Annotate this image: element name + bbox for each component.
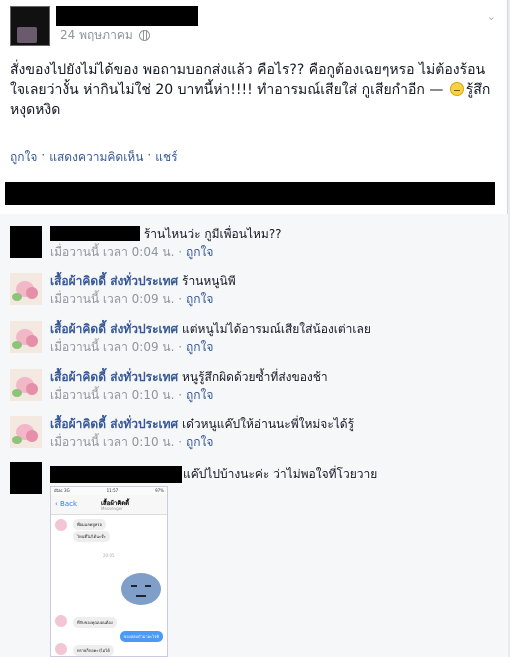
comment-item: เสื้อผ้าคิดดี้ ส่งทั่วประเทศ ร้านหนูนิพี…: [10, 269, 500, 315]
message-bubble: ทรายก็กอคะรฺไม่ได้: [73, 645, 114, 656]
comment-time[interactable]: เมื่อวานนี้ เวลา 0:04 น.: [50, 245, 174, 259]
page-avatar[interactable]: [10, 273, 42, 305]
message-bubble-sent: ของสอบกำมาอะไรคิ: [119, 631, 163, 642]
message-bubble: ไหนที่ไม่ได้นะจ๊ะ: [73, 531, 110, 542]
mini-avatar: [55, 519, 67, 531]
commenter-name[interactable]: เสื้อผ้าคิดดี้ ส่งทั่วประเทศ: [50, 370, 178, 384]
comment-time[interactable]: เมื่อวานนี้ เวลา 0:10 น.: [50, 435, 174, 449]
comment-button[interactable]: แสดงความคิดเห็น: [49, 148, 143, 167]
comment-text: ร้านไหนว่ะ กูมีเพื่อนไหม??: [143, 227, 282, 241]
meta-separator: ·: [178, 340, 183, 354]
post-header: 24 พฤษภาคม ⌄: [10, 6, 500, 46]
messenger-back-button: ‹ Back: [55, 500, 78, 508]
redacted-bar: [5, 182, 495, 205]
post-message: สั่งของไปยังไม่ได้ของ พอถามบอกส่งแล้ว คื…: [10, 62, 486, 98]
comment-body: เสื้อผ้าคิดดี้ ส่งทั่วประเทศ ร้านหนูนิพี…: [50, 273, 500, 308]
mini-avatar: [55, 615, 67, 627]
meta-separator: ·: [178, 388, 183, 402]
page-avatar[interactable]: [10, 369, 42, 401]
message-bubble: พี่ผมแลคยูหรอ: [73, 519, 106, 530]
mini-avatar: [55, 643, 67, 655]
comment-item: เสื้อผ้าคิดดี้ ส่งทั่วประเทศ แต่หนูไม่ได…: [10, 317, 500, 363]
share-button[interactable]: แชร์: [155, 148, 177, 167]
message-bubble: ที่กับของคุณบอนต้อง: [73, 617, 117, 628]
comment-body: เสื้อผ้าคิดดี้ ส่งทั่วประเทศ เด๋วหนูแค๊ป…: [50, 416, 500, 451]
post-body: สั่งของไปยังไม่ได้ของ พอถามบอกส่งแล้ว คื…: [10, 60, 500, 120]
phone-status-bar: dtac 3G 11:57 97%: [51, 487, 167, 495]
commenter-name-redacted: [50, 466, 182, 483]
comment-item: เสื้อผ้าคิดดี้ ส่งทั่วประเทศ เด๋วหนูแค๊ป…: [10, 412, 500, 458]
commenter-name[interactable]: เสื้อผ้าคิดดี้ ส่งทั่วประเทศ: [50, 274, 178, 288]
comment-body: เสื้อผ้าคิดดี้ ส่งทั่วประเทศ หนูรู้สึกผิ…: [50, 369, 500, 404]
comment-item: เสื้อผ้าคิดดี้ ส่งทั่วประเทศ หนูรู้สึกผิ…: [10, 365, 500, 411]
comment-item-with-image: แค๊ปไปบ้างนะค่ะ ว่าไม่พอใจที่โวยวาย dtac…: [10, 462, 500, 657]
commenter-avatar[interactable]: [10, 462, 42, 494]
comment-time[interactable]: เมื่อวานนี้ เวลา 0:10 น.: [50, 388, 174, 402]
chevron-down-icon[interactable]: ⌄: [487, 10, 496, 23]
comment-body: เสื้อผ้าคิดดี้ ส่งทั่วประเทศ แต่หนูไม่ได…: [50, 321, 500, 356]
post-time-text[interactable]: 24 พฤษภาคม: [60, 26, 133, 45]
comment-like-button[interactable]: ถูกใจ: [186, 388, 213, 402]
comment-meta: เมื่อวานนี้ เวลา 0:09 น. · ถูกใจ: [50, 290, 500, 308]
globe-icon: [138, 30, 150, 41]
comment-meta: เมื่อวานนี้ เวลา 0:10 น. · ถูกใจ: [50, 433, 500, 451]
comment-line: ร้านไหนว่ะ กูมีเพื่อนไหม??: [50, 226, 500, 243]
comment-body: ร้านไหนว่ะ กูมีเพื่อนไหม?? เมื่อวานนี้ เ…: [50, 226, 500, 261]
messenger-thread: พี่ผมแลคยูหรอ ไหนที่ไม่ได้นะจ๊ะ 20:05 ที…: [51, 515, 167, 656]
comment-item: ร้านไหนว่ะ กูมีเพื่อนไหม?? เมื่อวานนี้ เ…: [10, 222, 500, 268]
meta-separator: ·: [178, 292, 183, 306]
comment-time[interactable]: เมื่อวานนี้ เวลา 0:09 น.: [50, 292, 174, 306]
back-label: Back: [60, 500, 78, 508]
comment-like-button[interactable]: ถูกใจ: [186, 340, 213, 354]
comment-list: ร้านไหนว่ะ กูมีเพื่อนไหม?? เมื่อวานนี้ เ…: [0, 214, 508, 657]
carrier-label: dtac 3G: [54, 488, 70, 493]
battery-label: 97%: [155, 488, 164, 493]
commenter-avatar[interactable]: [10, 226, 42, 258]
annoyed-emoji-icon: [449, 82, 464, 96]
post-actions: ถูกใจ · แสดงความคิดเห็น · แชร์: [10, 148, 178, 167]
meta-separator: ·: [178, 435, 183, 449]
comment-like-button[interactable]: ถูกใจ: [186, 292, 213, 306]
commenter-name[interactable]: เสื้อผ้าคิดดี้ ส่งทั่วประเทศ: [50, 322, 178, 336]
comment-line: เสื้อผ้าคิดดี้ ส่งทั่วประเทศ เด๋วหนูแค๊ป…: [50, 416, 500, 433]
post-card: 24 พฤษภาคม ⌄ สั่งของไปยังไม่ได้ของ พอถาม…: [0, 0, 508, 657]
feeling-dash: —: [429, 82, 444, 98]
page-avatar[interactable]: [10, 321, 42, 353]
messenger-nav: ‹ Back เสื้อผ้าคิดดี้ Messenger: [51, 495, 167, 515]
comment-line: เสื้อผ้าคิดดี้ ส่งทั่วประเทศ หนูรู้สึกผิ…: [50, 369, 500, 386]
comment-text: เด๋วหนูแค๊ปให้อ่านนะพี่ใหม่จะได้รู้: [182, 417, 355, 431]
comment-meta: เมื่อวานนี้ เวลา 0:09 น. · ถูกใจ: [50, 338, 500, 356]
like-button[interactable]: ถูกใจ: [10, 148, 37, 167]
post-timestamp[interactable]: 24 พฤษภาคม: [60, 26, 150, 45]
comment-line: เสื้อผ้าคิดดี้ ส่งทั่วประเทศ แต่หนูไม่ได…: [50, 321, 500, 338]
commenter-name-redacted: [50, 226, 140, 241]
author-name-redacted: [56, 6, 198, 26]
message-time: 20:05: [103, 553, 115, 558]
commenter-name[interactable]: เสื้อผ้าคิดดี้ ส่งทั่วประเทศ: [50, 417, 178, 431]
comment-like-button[interactable]: ถูกใจ: [186, 435, 213, 449]
comment-line: เสื้อผ้าคิดดี้ ส่งทั่วประเทศ ร้านหนูนิพี: [50, 273, 500, 290]
attached-screenshot[interactable]: dtac 3G 11:57 97% ‹ Back เสื้อผ้าคิดดี้ …: [50, 486, 168, 657]
author-avatar[interactable]: [10, 6, 50, 46]
page-avatar[interactable]: [10, 416, 42, 448]
comment-meta: เมื่อวานนี้ เวลา 0:10 น. · ถูกใจ: [50, 386, 500, 404]
comment-meta: เมื่อวานนี้ เวลา 0:04 น. · ถูกใจ: [50, 243, 500, 261]
comment-text: แต่หนูไม่ได้อารมณ์เสียใส่น้องเต่าเลย: [182, 322, 371, 336]
comment-text: ร้านหนูนิพี: [182, 274, 236, 288]
clock-label: 11:57: [106, 488, 119, 493]
meta-separator: ·: [178, 245, 183, 259]
sad-sticker-icon: [121, 573, 161, 605]
action-separator: ·: [147, 148, 152, 162]
comment-text: แค๊ปไปบ้างนะค่ะ ว่าไม่พอใจที่โวยวาย: [183, 467, 378, 481]
action-separator: ·: [41, 148, 46, 162]
comment-like-button[interactable]: ถูกใจ: [186, 245, 213, 259]
comment-text: หนูรู้สึกผิดด้วยซ้ำที่ส่งของช้า: [182, 370, 328, 384]
comment-time[interactable]: เมื่อวานนี้ เวลา 0:09 น.: [50, 340, 174, 354]
messenger-subtitle: Messenger: [101, 506, 123, 511]
